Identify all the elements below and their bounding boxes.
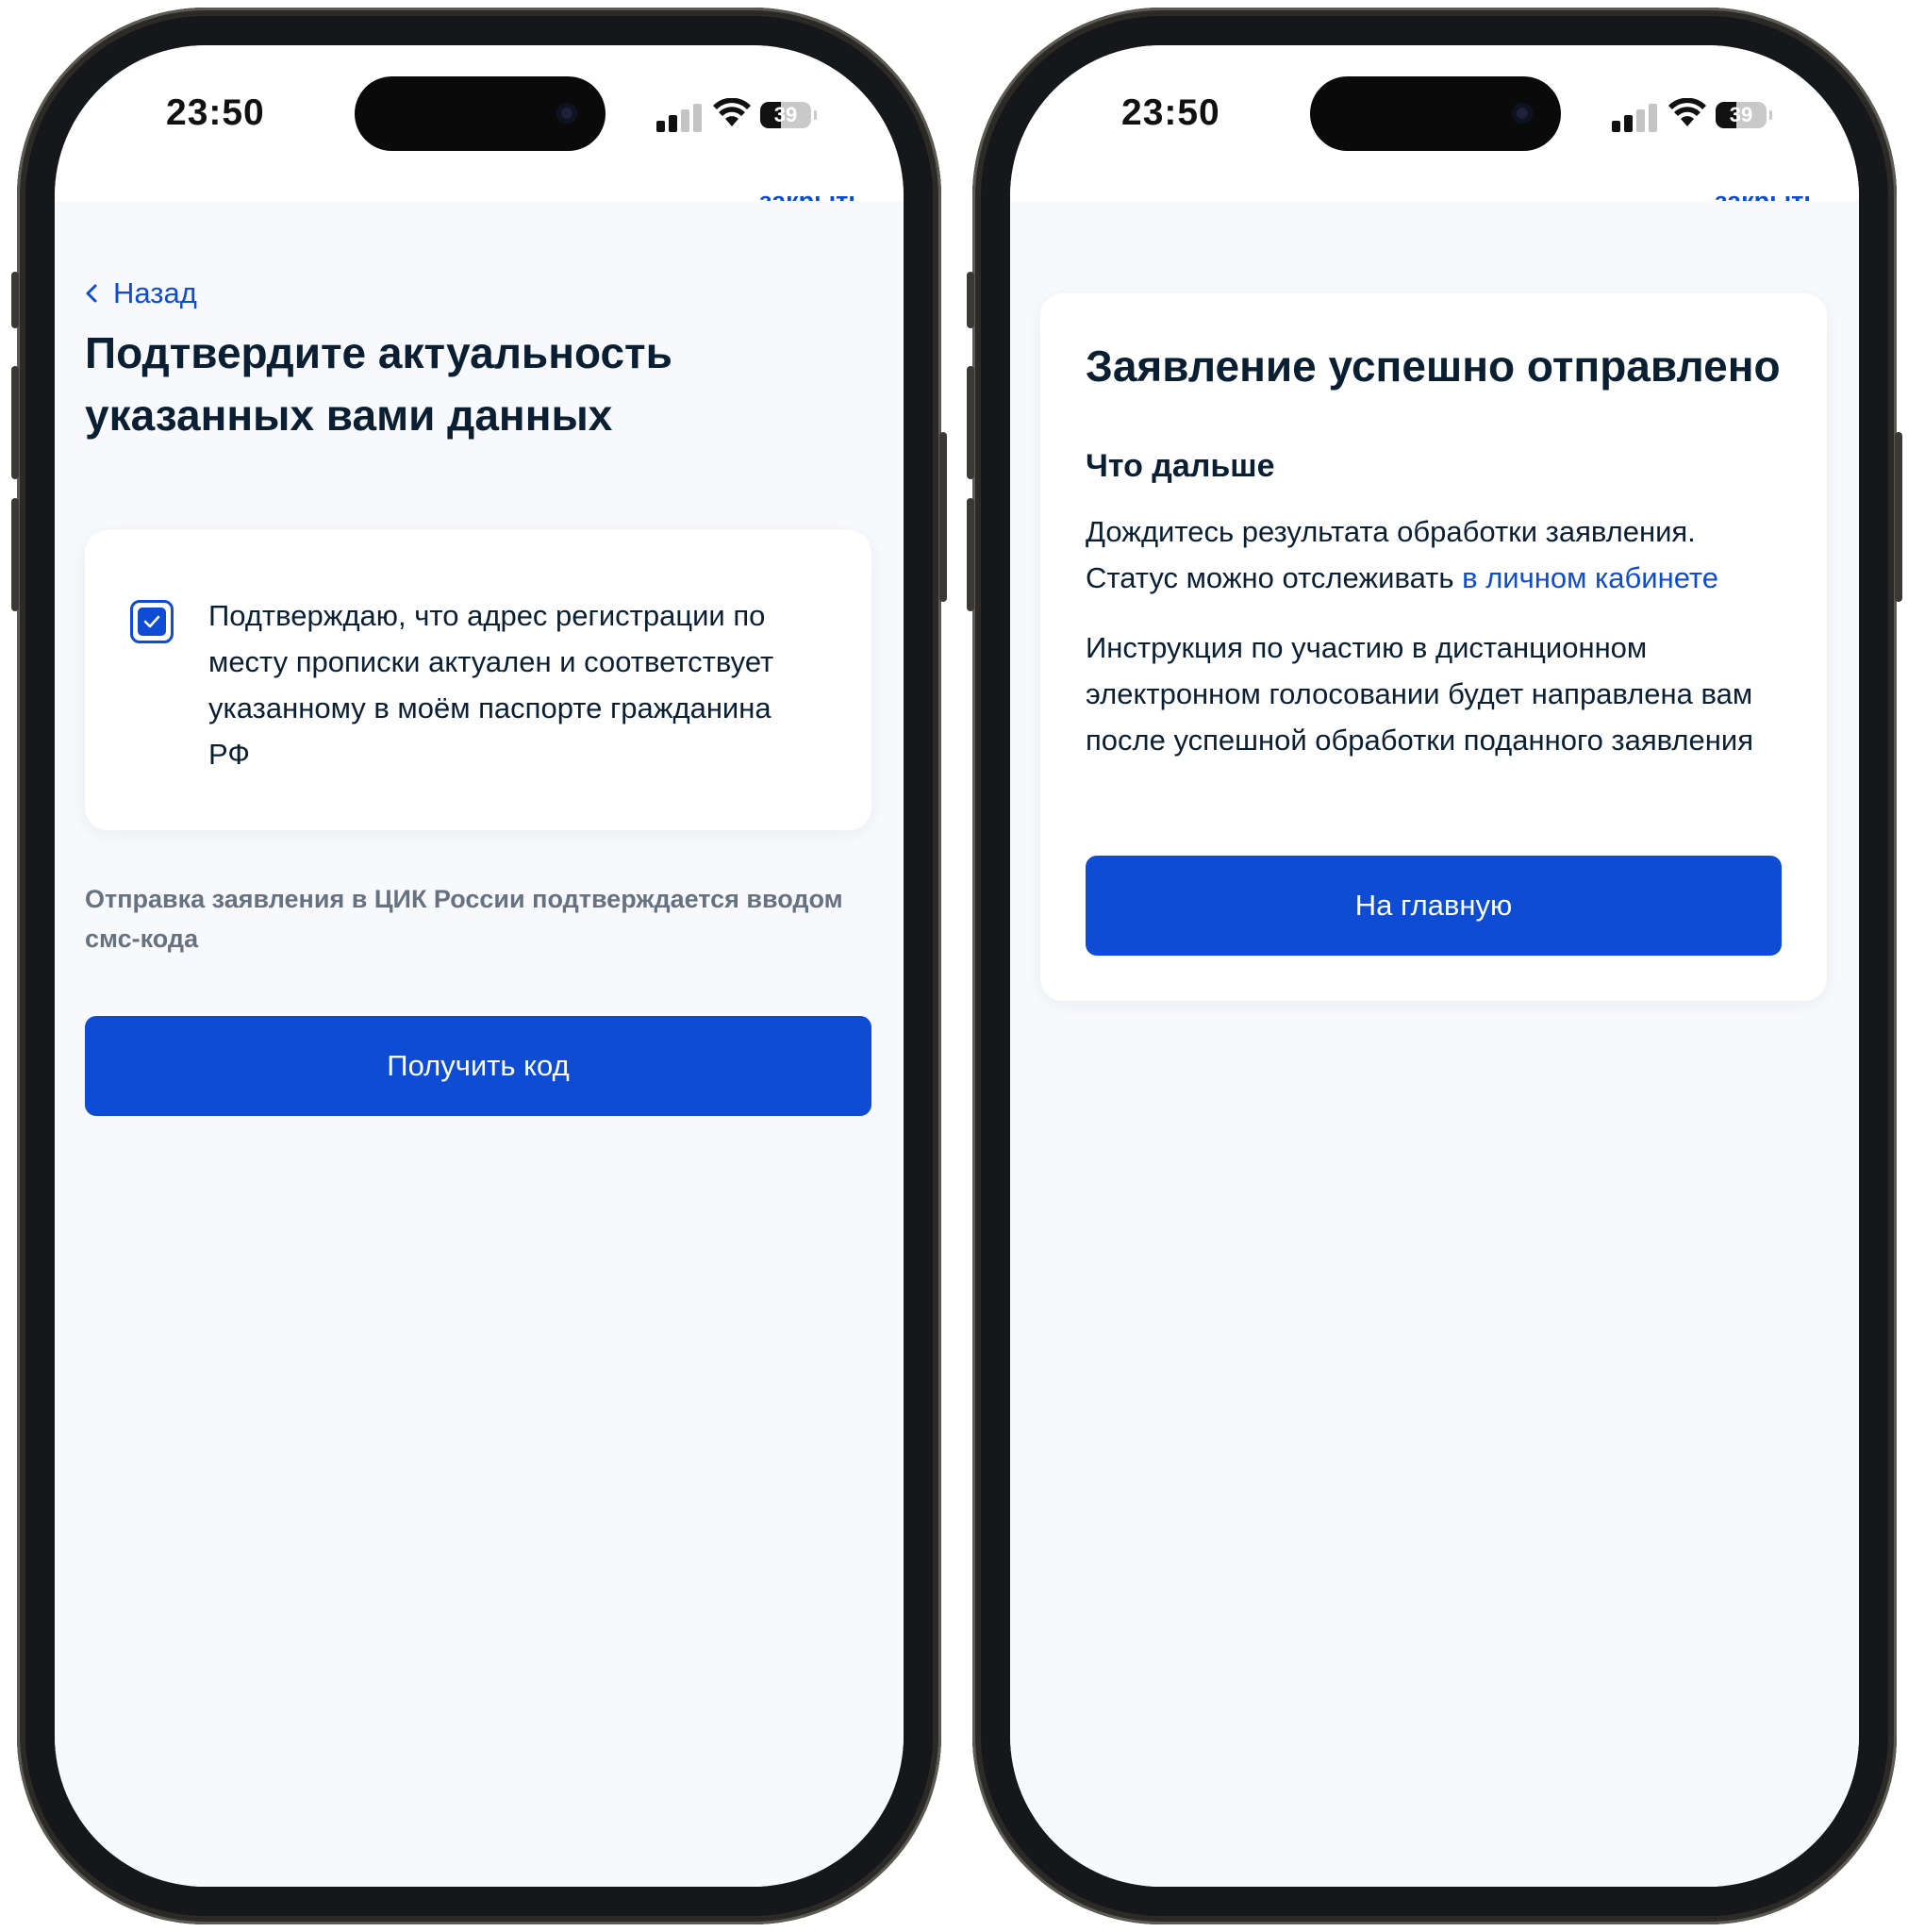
next-steps-heading: Что дальше [1086, 448, 1275, 484]
sms-note: Отправка заявления в ЦИК России подтверж… [85, 885, 843, 953]
wifi-icon [1668, 98, 1706, 126]
status-time: 23:50 [166, 92, 265, 133]
home-button[interactable]: На главную [1086, 856, 1782, 956]
volume-up-button [967, 366, 974, 479]
phone-frame-left: 23:50 39 закрыть [11, 8, 947, 1924]
camera-icon [556, 103, 577, 124]
battery-level: 39 [1729, 103, 1753, 126]
volume-up-button [11, 366, 19, 479]
screen-right: 23:50 39 закрыть Заявление успешно отпр [1010, 45, 1859, 1887]
power-button [939, 432, 947, 602]
personal-account-link[interactable]: в личном кабинете [1462, 561, 1718, 594]
confirm-checkbox-label[interactable]: Подтверждаю, что адрес регистрации по ме… [208, 592, 812, 777]
confirmation-card: Подтверждаю, что адрес регистрации по ме… [85, 530, 871, 830]
get-code-button[interactable]: Получить код [85, 1016, 871, 1116]
status-paragraph: Дождитесь результата обработки заявления… [1086, 508, 1784, 601]
screen-left: 23:50 39 закрыть [55, 45, 904, 1887]
page-title: Подтвердите актуальность указанных вами … [85, 328, 672, 440]
camera-icon [1512, 103, 1533, 124]
battery-level: 39 [773, 103, 798, 126]
status-bar: 23:50 39 закрыть [1010, 45, 1859, 215]
chevron-left-icon [86, 284, 97, 303]
power-button [1895, 432, 1902, 602]
battery-icon: 39 [1716, 102, 1772, 128]
wifi-icon [713, 98, 751, 126]
dynamic-island [355, 76, 606, 151]
status-time: 23:50 [1121, 92, 1220, 133]
phone-frame-right: 23:50 39 закрыть Заявление успешно отпр [967, 8, 1902, 1924]
content-right: Заявление успешно отправлено Что дальше … [1010, 201, 1859, 1887]
status-bar: 23:50 39 закрыть [55, 45, 904, 215]
checkmark-icon [143, 615, 160, 628]
battery-icon: 39 [760, 102, 817, 128]
back-label: Назад [113, 276, 197, 309]
action-button [967, 272, 974, 328]
dynamic-island [1310, 76, 1561, 151]
instruction-paragraph: Инструкция по участию в дистанционном эл… [1086, 631, 1753, 757]
action-button [11, 272, 19, 328]
confirm-checkbox[interactable] [130, 600, 174, 643]
back-link[interactable]: Назад [85, 276, 197, 310]
success-title: Заявление успешно отправлено [1086, 341, 1781, 391]
success-card: Заявление успешно отправлено Что дальше … [1040, 293, 1827, 1001]
volume-down-button [11, 498, 19, 611]
content-left: Назад Подтвердите актуальность указанных… [55, 201, 904, 1887]
volume-down-button [967, 498, 974, 611]
